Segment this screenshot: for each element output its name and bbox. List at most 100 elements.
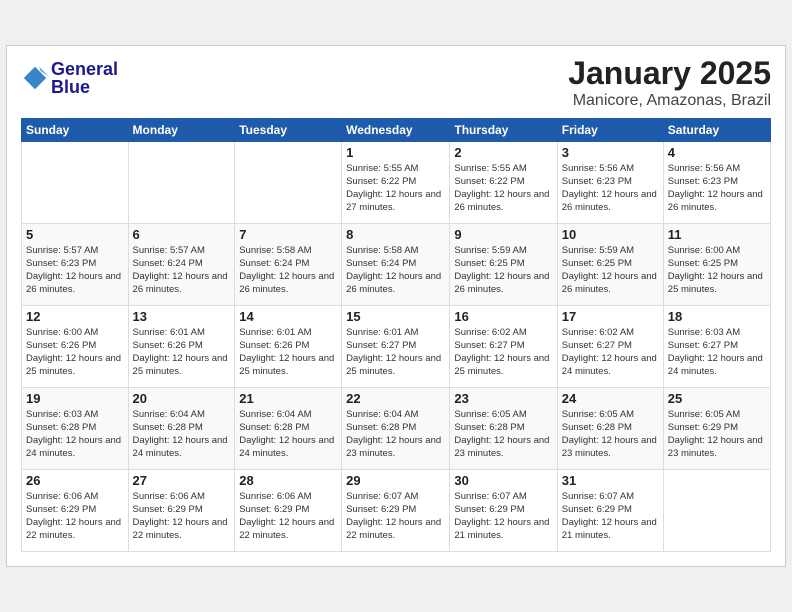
day-number: 12	[26, 309, 124, 324]
day-info: Sunrise: 6:04 AM Sunset: 6:28 PM Dayligh…	[133, 408, 231, 461]
day-cell: 15 Sunrise: 6:01 AM Sunset: 6:27 PM Dayli…	[342, 305, 450, 387]
week-row: 1 Sunrise: 5:55 AM Sunset: 6:22 PM Daylig…	[22, 141, 771, 223]
day-cell: 25 Sunrise: 6:05 AM Sunset: 6:29 PM Dayli…	[663, 387, 770, 469]
day-cell: 20 Sunrise: 6:04 AM Sunset: 6:28 PM Dayli…	[128, 387, 235, 469]
day-cell: 4 Sunrise: 5:56 AM Sunset: 6:23 PM Daylig…	[663, 141, 770, 223]
day-number: 15	[346, 309, 445, 324]
day-info: Sunrise: 5:56 AM Sunset: 6:23 PM Dayligh…	[562, 162, 659, 215]
day-cell: 27 Sunrise: 6:06 AM Sunset: 6:29 PM Dayli…	[128, 469, 235, 551]
logo-text: General Blue	[51, 60, 118, 96]
day-cell: 18 Sunrise: 6:03 AM Sunset: 6:27 PM Dayli…	[663, 305, 770, 387]
day-info: Sunrise: 5:58 AM Sunset: 6:24 PM Dayligh…	[346, 244, 445, 297]
day-number: 5	[26, 227, 124, 242]
title-area: January 2025 Manicore, Amazonas, Brazil	[568, 56, 771, 109]
day-number: 23	[454, 391, 552, 406]
day-number: 18	[668, 309, 766, 324]
logo-line1: General	[51, 60, 118, 78]
day-number: 7	[239, 227, 337, 242]
day-info: Sunrise: 6:07 AM Sunset: 6:29 PM Dayligh…	[562, 490, 659, 543]
weekday-header-cell: Wednesday	[342, 118, 450, 141]
day-info: Sunrise: 5:56 AM Sunset: 6:23 PM Dayligh…	[668, 162, 766, 215]
day-number: 9	[454, 227, 552, 242]
day-cell: 26 Sunrise: 6:06 AM Sunset: 6:29 PM Dayli…	[22, 469, 129, 551]
header-area: General Blue January 2025 Manicore, Amaz…	[21, 56, 771, 109]
day-number: 26	[26, 473, 124, 488]
day-number: 8	[346, 227, 445, 242]
day-info: Sunrise: 6:06 AM Sunset: 6:29 PM Dayligh…	[133, 490, 231, 543]
month-title: January 2025	[568, 56, 771, 91]
day-number: 11	[668, 227, 766, 242]
calendar-body: 1 Sunrise: 5:55 AM Sunset: 6:22 PM Daylig…	[22, 141, 771, 551]
day-cell	[22, 141, 129, 223]
day-number: 25	[668, 391, 766, 406]
day-cell: 28Sunrise: 6:06 AM Sunset: 6:29 PM Dayli…	[235, 469, 342, 551]
day-cell: 2 Sunrise: 5:55 AM Sunset: 6:22 PM Daylig…	[450, 141, 557, 223]
calendar-container: General Blue January 2025 Manicore, Amaz…	[6, 45, 786, 566]
day-cell: 16 Sunrise: 6:02 AM Sunset: 6:27 PM Dayli…	[450, 305, 557, 387]
day-number: 20	[133, 391, 231, 406]
day-info: Sunrise: 6:00 AM Sunset: 6:25 PM Dayligh…	[668, 244, 766, 297]
day-info: Sunrise: 6:07 AM Sunset: 6:29 PM Dayligh…	[346, 490, 445, 543]
day-info: Sunrise: 6:06 AM Sunset: 6:29 PM Dayligh…	[26, 490, 124, 543]
calendar-table: SundayMondayTuesdayWednesdayThursdayFrid…	[21, 118, 771, 552]
day-number: 3	[562, 145, 659, 160]
week-row: 5Sunrise: 5:57 AM Sunset: 6:23 PM Daylig…	[22, 223, 771, 305]
day-info: Sunrise: 6:05 AM Sunset: 6:28 PM Dayligh…	[454, 408, 552, 461]
weekday-header-row: SundayMondayTuesdayWednesdayThursdayFrid…	[22, 118, 771, 141]
day-cell: 22 Sunrise: 6:04 AM Sunset: 6:28 PM Dayli…	[342, 387, 450, 469]
day-number: 4	[668, 145, 766, 160]
day-number: 27	[133, 473, 231, 488]
day-info: Sunrise: 6:04 AM Sunset: 6:28 PM Dayligh…	[346, 408, 445, 461]
day-info: Sunrise: 6:01 AM Sunset: 6:27 PM Dayligh…	[346, 326, 445, 379]
day-cell: 3 Sunrise: 5:56 AM Sunset: 6:23 PM Daylig…	[557, 141, 663, 223]
day-number: 6	[133, 227, 231, 242]
day-number: 2	[454, 145, 552, 160]
day-info: Sunrise: 6:03 AM Sunset: 6:28 PM Dayligh…	[26, 408, 124, 461]
day-info: Sunrise: 6:04 AM Sunset: 6:28 PM Dayligh…	[239, 408, 337, 461]
day-number: 17	[562, 309, 659, 324]
day-cell: 5Sunrise: 5:57 AM Sunset: 6:23 PM Daylig…	[22, 223, 129, 305]
day-number: 14	[239, 309, 337, 324]
day-cell: 31 Sunrise: 6:07 AM Sunset: 6:29 PM Dayli…	[557, 469, 663, 551]
logo-icon	[21, 64, 49, 92]
day-cell	[663, 469, 770, 551]
week-row: 19Sunrise: 6:03 AM Sunset: 6:28 PM Dayli…	[22, 387, 771, 469]
day-info: Sunrise: 5:55 AM Sunset: 6:22 PM Dayligh…	[454, 162, 552, 215]
day-number: 30	[454, 473, 552, 488]
day-info: Sunrise: 6:01 AM Sunset: 6:26 PM Dayligh…	[239, 326, 337, 379]
weekday-header-cell: Tuesday	[235, 118, 342, 141]
day-number: 1	[346, 145, 445, 160]
day-number: 21	[239, 391, 337, 406]
day-cell: 11 Sunrise: 6:00 AM Sunset: 6:25 PM Dayli…	[663, 223, 770, 305]
weekday-header-cell: Thursday	[450, 118, 557, 141]
day-cell: 29 Sunrise: 6:07 AM Sunset: 6:29 PM Dayli…	[342, 469, 450, 551]
day-info: Sunrise: 6:05 AM Sunset: 6:29 PM Dayligh…	[668, 408, 766, 461]
day-cell: 10Sunrise: 5:59 AM Sunset: 6:25 PM Dayli…	[557, 223, 663, 305]
day-number: 29	[346, 473, 445, 488]
day-info: Sunrise: 6:01 AM Sunset: 6:26 PM Dayligh…	[133, 326, 231, 379]
day-cell: 8 Sunrise: 5:58 AM Sunset: 6:24 PM Daylig…	[342, 223, 450, 305]
day-cell: 30 Sunrise: 6:07 AM Sunset: 6:29 PM Dayli…	[450, 469, 557, 551]
day-cell: 24Sunrise: 6:05 AM Sunset: 6:28 PM Dayli…	[557, 387, 663, 469]
logo-line2: Blue	[51, 78, 118, 96]
day-info: Sunrise: 6:03 AM Sunset: 6:27 PM Dayligh…	[668, 326, 766, 379]
day-info: Sunrise: 6:07 AM Sunset: 6:29 PM Dayligh…	[454, 490, 552, 543]
day-cell: 1Sunrise: 5:55 AM Sunset: 6:22 PM Daylig…	[342, 141, 450, 223]
day-number: 16	[454, 309, 552, 324]
day-number: 22	[346, 391, 445, 406]
day-number: 24	[562, 391, 659, 406]
weekday-header-cell: Sunday	[22, 118, 129, 141]
day-cell: 12 Sunrise: 6:00 AM Sunset: 6:26 PM Dayli…	[22, 305, 129, 387]
day-info: Sunrise: 6:02 AM Sunset: 6:27 PM Dayligh…	[562, 326, 659, 379]
day-number: 13	[133, 309, 231, 324]
day-cell: 7Sunrise: 5:58 AM Sunset: 6:24 PM Daylig…	[235, 223, 342, 305]
day-info: Sunrise: 6:06 AM Sunset: 6:29 PM Dayligh…	[239, 490, 337, 543]
day-info: Sunrise: 6:02 AM Sunset: 6:27 PM Dayligh…	[454, 326, 552, 379]
day-cell	[128, 141, 235, 223]
day-number: 31	[562, 473, 659, 488]
day-info: Sunrise: 6:00 AM Sunset: 6:26 PM Dayligh…	[26, 326, 124, 379]
day-number: 10	[562, 227, 659, 242]
location-title: Manicore, Amazonas, Brazil	[568, 92, 771, 110]
day-cell: 13 Sunrise: 6:01 AM Sunset: 6:26 PM Dayli…	[128, 305, 235, 387]
weekday-header-cell: Saturday	[663, 118, 770, 141]
